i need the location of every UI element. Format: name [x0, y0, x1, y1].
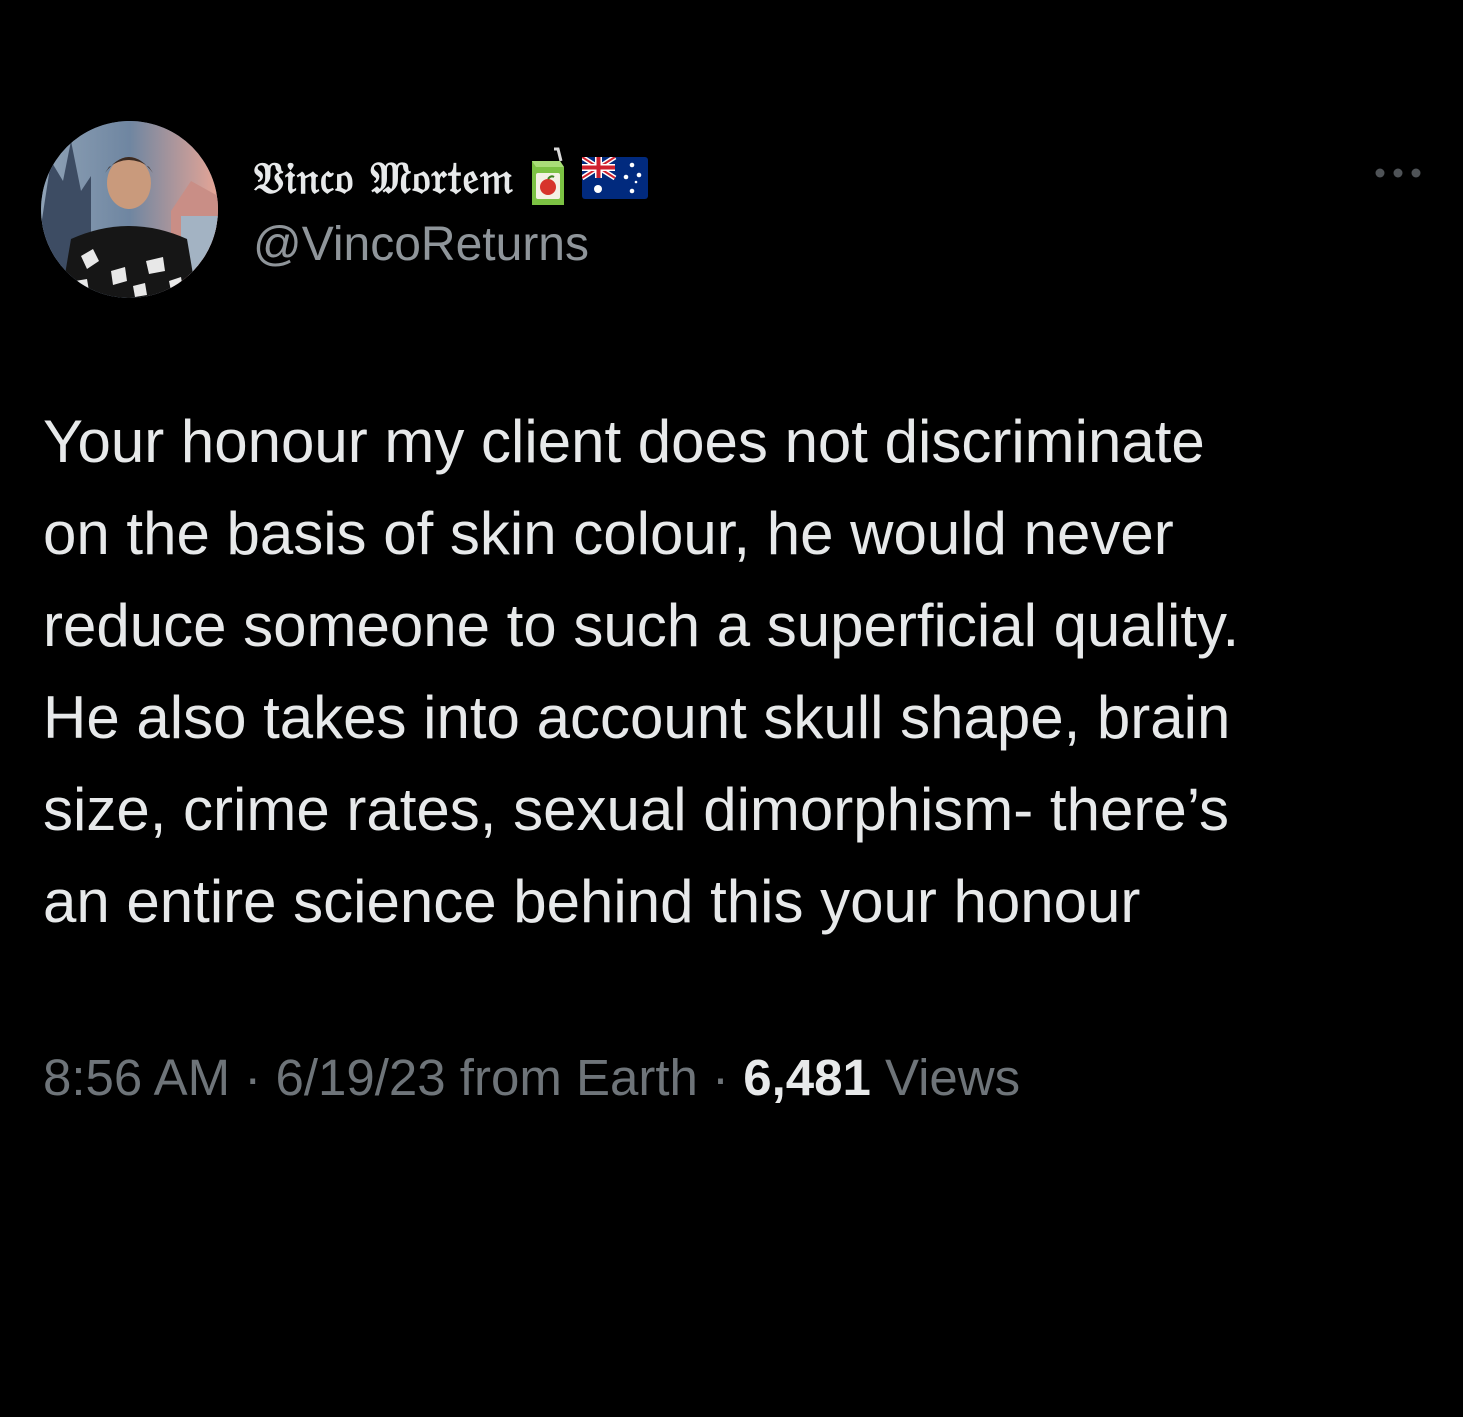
tweet-meta: 8:56 AM · 6/19/23 from Earth · 6,481 Vie…: [43, 1048, 1020, 1107]
display-name-row[interactable]: 𝔙𝔦𝔫𝔠𝔬 𝔐𝔬𝔯𝔱𝔢𝔪: [253, 143, 649, 213]
tweet: 𝔙𝔦𝔫𝔠𝔬 𝔐𝔬𝔯𝔱𝔢𝔪 @VincoReturns Your honour m…: [0, 0, 1463, 1417]
tweet-text-line: reduce someone to such a superficial qua…: [43, 592, 1240, 659]
tweet-text-line: on the basis of skin colour, he would ne…: [43, 500, 1174, 567]
tweet-text-line: He also takes into account skull shape, …: [43, 684, 1231, 751]
display-name[interactable]: 𝔙𝔦𝔫𝔠𝔬 𝔐𝔬𝔯𝔱𝔢𝔪: [253, 153, 514, 204]
ellipsis-icon: [1375, 168, 1421, 178]
tweet-text-line: an entire science behind this your honou…: [43, 868, 1141, 935]
more-options-button[interactable]: [1366, 158, 1430, 188]
tweet-text-line: size, crime rates, sexual dimorphism- th…: [43, 776, 1229, 843]
views-label: Views: [885, 1049, 1021, 1106]
australia-flag-icon: [580, 154, 649, 199]
profile-photo: [41, 121, 218, 298]
tweet-text-line: Your honour my client does not discrimin…: [43, 408, 1205, 475]
meta-separator: ·: [697, 1049, 744, 1106]
tweet-date[interactable]: 6/19/23: [275, 1049, 445, 1106]
avatar[interactable]: [41, 121, 218, 298]
juice-box-icon: [528, 147, 568, 209]
meta-separator: ·: [230, 1049, 276, 1106]
tweet-text: Your honour my client does not discrimin…: [43, 396, 1438, 948]
views-count[interactable]: 6,481: [743, 1049, 871, 1106]
handle[interactable]: @VincoReturns: [253, 217, 589, 272]
tweet-source: from Earth: [459, 1049, 698, 1106]
tweet-time[interactable]: 8:56 AM: [43, 1049, 230, 1106]
